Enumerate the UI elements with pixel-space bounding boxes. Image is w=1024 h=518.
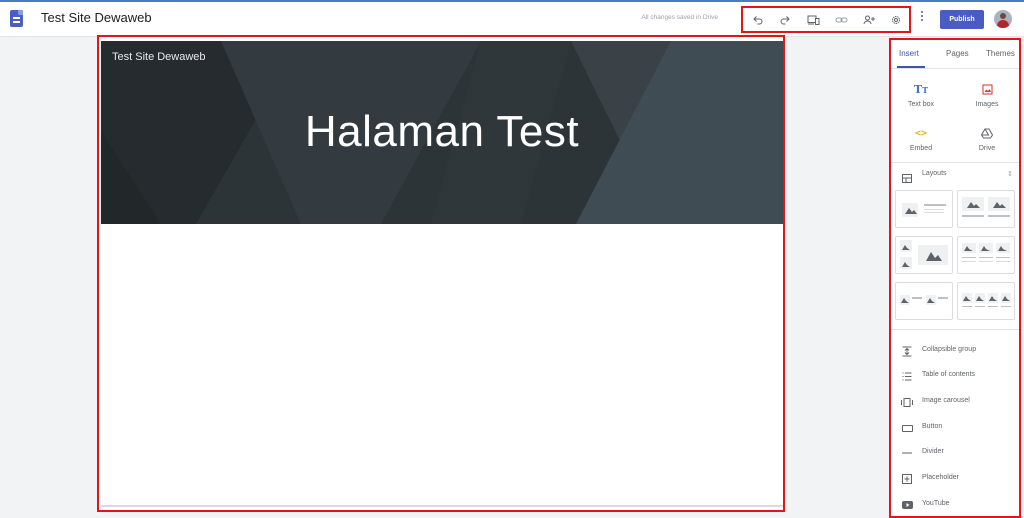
insert-embed[interactable]: <> Embed [891, 124, 951, 162]
app-bar: Test Site Dewaweb All changes saved in D… [0, 2, 1024, 37]
settings-gear-icon[interactable] [887, 12, 905, 28]
toolbar-actions-group [741, 6, 911, 33]
site-title[interactable]: Test Site Dewaweb [41, 10, 152, 25]
component-label: Button [922, 423, 943, 430]
insert-text-box[interactable]: TT Text box [891, 80, 951, 118]
more-vert-icon[interactable] [920, 11, 924, 25]
undo-icon[interactable] [749, 12, 767, 28]
youtube-icon [901, 499, 913, 511]
insert-tile-label: Text box [907, 101, 935, 108]
placeholder-icon [901, 473, 913, 485]
collapsible-group-icon [901, 345, 913, 357]
component-label: Table of contents [922, 371, 975, 378]
component-table-of-contents[interactable]: Table of contents [891, 367, 1019, 385]
layouts-header[interactable]: Layouts ⇕ [891, 167, 1019, 183]
component-label: Collapsible group [922, 346, 977, 353]
save-status: All changes saved in Drive [641, 14, 718, 21]
image-carousel-icon [901, 396, 913, 408]
component-youtube[interactable]: YouTube [891, 496, 1019, 514]
preview-device-icon[interactable] [804, 12, 822, 28]
insert-drive[interactable]: Drive [957, 124, 1017, 162]
page-bottom-edge [101, 505, 783, 507]
layouts-icon [902, 170, 912, 188]
expand-collapse-icon[interactable]: ⇕ [1007, 170, 1013, 178]
component-button[interactable]: Button [891, 419, 1019, 437]
panel-tabs: Insert Pages Themes [891, 40, 1019, 69]
layout-option-1[interactable] [895, 190, 953, 228]
layouts-label: Layouts [922, 170, 947, 177]
tab-pages[interactable]: Pages [946, 49, 969, 58]
insert-tile-label: Embed [909, 145, 933, 152]
layout-option-2[interactable] [957, 190, 1015, 228]
layout-option-3[interactable] [895, 236, 953, 274]
redo-icon[interactable] [776, 12, 794, 28]
component-divider[interactable]: Divider [891, 444, 1019, 462]
link-icon[interactable] [832, 12, 850, 28]
layout-option-5[interactable] [895, 282, 953, 320]
component-label: Placeholder [922, 474, 959, 481]
drive-icon [957, 124, 1017, 142]
divider-line [891, 329, 1019, 330]
component-image-carousel[interactable]: Image carousel [891, 393, 1019, 411]
publish-button[interactable]: Publish [940, 10, 984, 29]
component-collapsible-group[interactable]: Collapsible group [891, 342, 1019, 360]
divider-icon [901, 447, 913, 459]
divider-line [891, 162, 1019, 163]
layout-option-6[interactable] [957, 282, 1015, 320]
page-title[interactable]: Halaman Test [101, 107, 783, 157]
share-person-add-icon[interactable] [860, 12, 878, 28]
active-tab-indicator [897, 66, 925, 68]
button-icon [901, 422, 913, 434]
component-label: YouTube [922, 500, 950, 507]
component-placeholder[interactable]: Placeholder [891, 470, 1019, 488]
avatar[interactable] [994, 10, 1012, 28]
google-sites-logo-icon[interactable] [10, 10, 23, 27]
header-site-name[interactable]: Test Site Dewaweb [112, 51, 206, 63]
layout-option-4[interactable] [957, 236, 1015, 274]
insert-tile-label: Drive [978, 145, 996, 152]
embed-code-icon: <> [914, 127, 928, 139]
insert-tile-label: Images [975, 101, 999, 108]
image-icon [957, 80, 1017, 98]
insert-images[interactable]: Images [957, 80, 1017, 118]
table-of-contents-icon [901, 370, 913, 382]
component-label: Divider [922, 448, 944, 455]
insert-panel: Insert Pages Themes TT Text box Images <… [889, 38, 1021, 518]
tab-themes[interactable]: Themes [986, 49, 1015, 58]
page-canvas: Test Site Dewaweb Halaman Test [97, 35, 785, 512]
component-label: Image carousel [922, 397, 970, 404]
page-header-banner[interactable]: Test Site Dewaweb Halaman Test [101, 41, 783, 224]
text-box-icon: TT [913, 82, 929, 96]
tab-insert[interactable]: Insert [899, 49, 919, 58]
